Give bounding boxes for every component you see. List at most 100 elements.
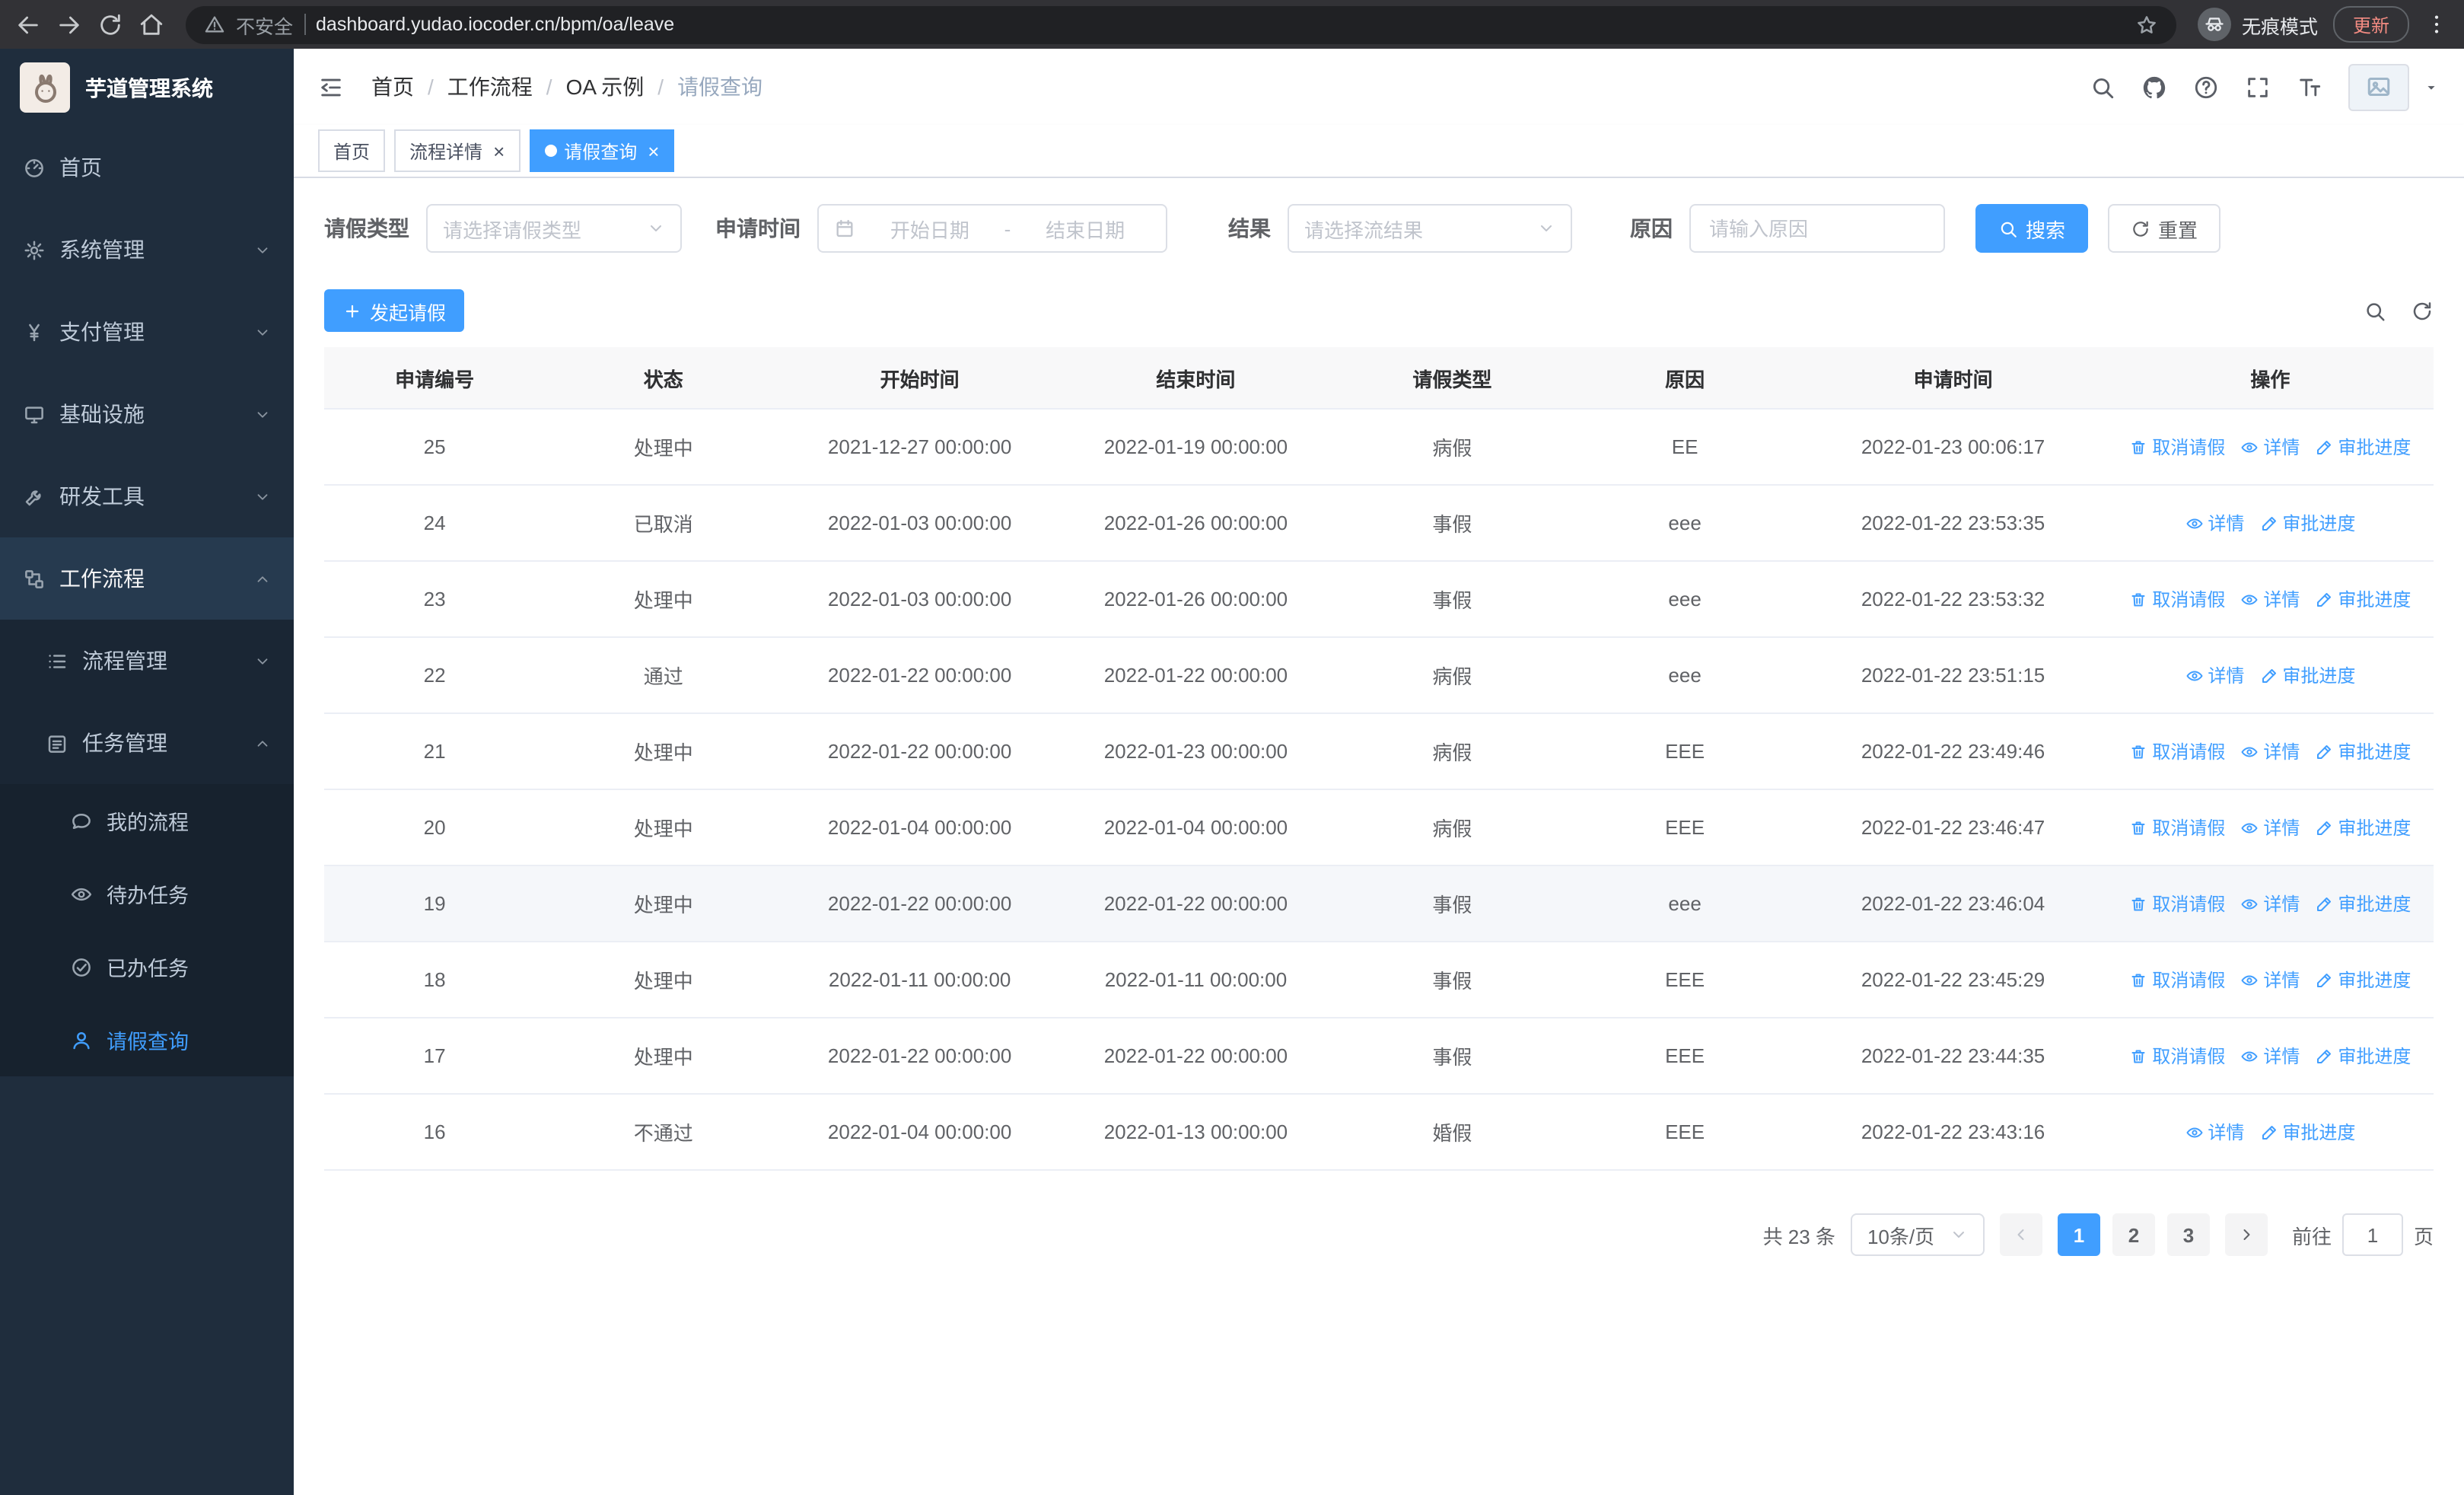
approval-progress-link[interactable]: 审批进度 (2315, 586, 2411, 612)
approval-progress-link[interactable]: 审批进度 (2315, 434, 2411, 460)
sidebar-item-label: 待办任务 (107, 885, 189, 907)
detail-link[interactable]: 详情 (2240, 967, 2300, 993)
chat-icon (70, 809, 93, 832)
action-label: 取消请假 (2152, 970, 2226, 991)
page-button-1[interactable]: 1 (2057, 1213, 2100, 1256)
reason-input[interactable] (1689, 204, 1945, 253)
approval-progress-link[interactable]: 审批进度 (2259, 510, 2355, 536)
cell-reason: EEE (1570, 713, 1800, 790)
fullscreen-icon[interactable] (2245, 74, 2271, 100)
result-select[interactable]: 请选择流结果 (1288, 204, 1572, 253)
logo[interactable]: 芋道管理系统 (0, 49, 294, 126)
cancel-leave-link[interactable]: 取消请假 (2129, 967, 2225, 993)
sidebar-collapse-icon[interactable] (318, 74, 344, 100)
approval-progress-link[interactable]: 审批进度 (2315, 891, 2411, 916)
approval-progress-link[interactable]: 审批进度 (2315, 1043, 2411, 1069)
cancel-leave-link[interactable]: 取消请假 (2129, 891, 2225, 916)
cancel-leave-link[interactable]: 取消请假 (2129, 814, 2225, 840)
goto-page-input[interactable] (2341, 1213, 2403, 1256)
cell-actions: 取消请假 详情 审批进度 (2106, 409, 2434, 486)
logo-avatar (20, 62, 70, 113)
font-size-icon[interactable] (2297, 74, 2322, 100)
approval-progress-link[interactable]: 审批进度 (2259, 1119, 2355, 1145)
page-button-3[interactable]: 3 (2166, 1213, 2210, 1256)
next-page-button[interactable] (2224, 1213, 2268, 1256)
url-text[interactable]: dashboard.yudao.iocoder.cn/bpm/oa/leave (316, 14, 674, 35)
apply-time-range-picker[interactable]: 开始日期 - 结束日期 (817, 204, 1167, 253)
create-leave-button[interactable]: 发起请假 (324, 289, 465, 332)
eye-icon (2240, 1047, 2259, 1065)
sidebar-item-workflow[interactable]: 工作流程 (0, 537, 294, 620)
navbar-actions (2090, 63, 2440, 110)
detail-link[interactable]: 详情 (2185, 510, 2244, 536)
bookmark-star-icon[interactable] (2135, 13, 2158, 36)
tab-close-icon[interactable]: × (493, 141, 505, 161)
approval-progress-link[interactable]: 审批进度 (2315, 814, 2411, 840)
tab-close-icon[interactable]: × (648, 141, 659, 161)
tab-leave-query[interactable]: 请假查询 × (529, 129, 675, 172)
cancel-leave-link[interactable]: 取消请假 (2129, 738, 2225, 764)
update-button[interactable]: 更新 (2332, 6, 2409, 43)
tab-label: 请假查询 (564, 141, 638, 162)
action-label: 详情 (2263, 818, 2300, 839)
approval-progress-link[interactable]: 审批进度 (2315, 967, 2411, 993)
refresh-table-icon[interactable] (2411, 299, 2434, 322)
browser-menu-icon[interactable] (2424, 12, 2449, 37)
page-button-2[interactable]: 2 (2112, 1213, 2155, 1256)
prev-page-button[interactable] (1999, 1213, 2042, 1256)
column-header: 状态 (545, 347, 782, 410)
cancel-leave-link[interactable]: 取消请假 (2129, 586, 2225, 612)
trash-icon (2129, 971, 2147, 989)
browser-back-icon[interactable] (15, 11, 41, 37)
detail-link[interactable]: 详情 (2240, 1043, 2300, 1069)
breadcrumb-item[interactable]: OA 示例 (566, 72, 645, 102)
sidebar-item-done-tasks[interactable]: 已办任务 (0, 930, 294, 1003)
cancel-leave-link[interactable]: 取消请假 (2129, 434, 2225, 460)
browser-home-icon[interactable] (138, 11, 164, 37)
page-size-select[interactable]: 10条/页 (1850, 1213, 1985, 1256)
toggle-search-icon[interactable] (2364, 299, 2386, 322)
sidebar-item-leave-query[interactable]: 请假查询 (0, 1003, 294, 1076)
leave-type-select[interactable]: 请选择请假类型 (426, 204, 682, 253)
tab-process-detail[interactable]: 流程详情 × (394, 129, 520, 172)
action-label: 取消请假 (2152, 589, 2226, 610)
sidebar-item-payment-management[interactable]: 支付管理 (0, 291, 294, 373)
reset-button[interactable]: 重置 (2108, 204, 2221, 253)
sidebar-item-task-management[interactable]: 任务管理 (0, 702, 294, 784)
table-tools (2364, 299, 2434, 322)
sidebar-item-home[interactable]: 首页 (0, 126, 294, 209)
breadcrumb-item[interactable]: 工作流程 (447, 72, 533, 102)
sidebar-item-my-process[interactable]: 我的流程 (0, 784, 294, 857)
detail-link[interactable]: 详情 (2240, 814, 2300, 840)
sidebar-item-label: 首页 (59, 155, 102, 180)
detail-link[interactable]: 详情 (2185, 662, 2244, 688)
github-icon[interactable] (2141, 74, 2167, 100)
eye-icon (2240, 818, 2259, 837)
cancel-leave-link[interactable]: 取消请假 (2129, 1043, 2225, 1069)
sidebar-item-todo-tasks[interactable]: 待办任务 (0, 857, 294, 930)
sidebar-item-infrastructure[interactable]: 基础设施 (0, 373, 294, 455)
security-label[interactable]: 不安全 (236, 10, 293, 39)
help-icon[interactable] (2193, 74, 2219, 100)
search-button[interactable]: 搜索 (1975, 204, 2089, 253)
breadcrumb-item[interactable]: 首页 (371, 72, 414, 102)
approval-progress-link[interactable]: 审批进度 (2315, 738, 2411, 764)
sidebar-item-system-management[interactable]: 系统管理 (0, 209, 294, 291)
sidebar-item-process-management[interactable]: 流程管理 (0, 620, 294, 702)
detail-link[interactable]: 详情 (2185, 1119, 2244, 1145)
detail-link[interactable]: 详情 (2240, 586, 2300, 612)
tab-home[interactable]: 首页 (318, 129, 386, 172)
detail-link[interactable]: 详情 (2240, 891, 2300, 916)
user-menu-caret-icon[interactable] (2423, 78, 2440, 95)
user-avatar[interactable] (2348, 63, 2409, 110)
detail-link[interactable]: 详情 (2240, 434, 2300, 460)
sidebar-item-dev-tools[interactable]: 研发工具 (0, 455, 294, 537)
cell-actions: 详情 审批进度 (2106, 637, 2434, 714)
security-warning-icon[interactable] (204, 14, 225, 35)
browser-forward-icon[interactable] (56, 11, 82, 37)
detail-link[interactable]: 详情 (2240, 738, 2300, 764)
global-search-icon[interactable] (2090, 74, 2115, 100)
address-bar[interactable]: 不安全 dashboard.yudao.iocoder.cn/bpm/oa/le… (186, 5, 2176, 43)
browser-reload-icon[interactable] (97, 11, 123, 37)
approval-progress-link[interactable]: 审批进度 (2259, 662, 2355, 688)
